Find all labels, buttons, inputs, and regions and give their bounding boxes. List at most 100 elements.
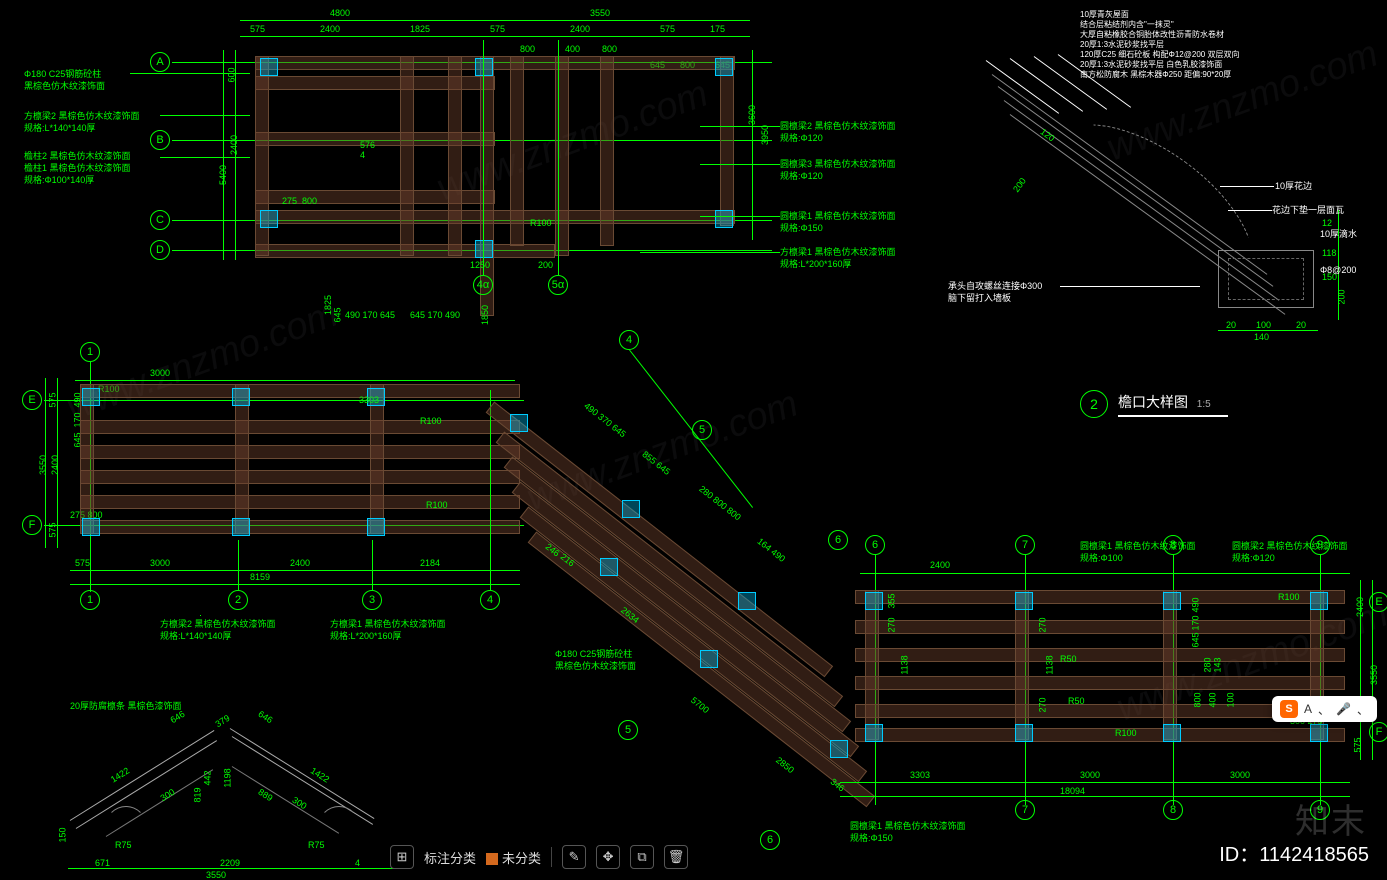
grid-bubble-e: E — [22, 390, 42, 410]
leader — [700, 216, 780, 217]
dim: 2400 — [290, 558, 310, 568]
dim: 1825 — [410, 24, 430, 34]
dim-line — [223, 50, 224, 260]
dim: 3303 — [359, 395, 379, 405]
dim: 3550 — [1369, 665, 1379, 685]
dim: 3550 — [590, 8, 610, 18]
cad-canvas[interactable]: www.znzmo.com www.znzmo.com www.znzmo.co… — [0, 0, 1387, 879]
grid-bubble-d: D — [150, 240, 170, 260]
dim: 575 — [660, 24, 675, 34]
grid-line — [483, 40, 484, 275]
brand-watermark: 知末 — [1295, 794, 1367, 843]
beam — [504, 456, 851, 732]
radius: R50 — [1068, 696, 1085, 706]
leader — [160, 157, 250, 158]
grid-bubble-c: C — [150, 210, 170, 230]
column — [700, 650, 718, 668]
dim: 1138 — [900, 655, 910, 674]
dim: 175 — [710, 24, 725, 34]
annotation: 圆檩梁2 黑棕色仿木纹漆饰面 规格:Φ120 — [780, 120, 896, 144]
grid-bubble: 1 — [80, 590, 100, 610]
view-scale: 1:5 — [1197, 399, 1211, 410]
copy-button[interactable]: ⧉ — [630, 845, 654, 869]
column — [475, 240, 493, 258]
dim-line — [45, 378, 46, 548]
grid-bubble: 3 — [362, 590, 382, 610]
dim: 645 — [380, 310, 395, 320]
annotation: Φ8@200 — [1320, 264, 1356, 276]
column — [865, 592, 883, 610]
dim: 645 — [333, 307, 343, 322]
delete-button[interactable]: 🗑 — [664, 845, 688, 869]
dim: 1850 — [480, 305, 490, 325]
dim: 855 645 — [640, 449, 672, 477]
beam — [255, 56, 735, 70]
grid-bubble-b: B — [150, 130, 170, 150]
dim: 200 — [538, 260, 553, 270]
grid-line — [44, 400, 524, 401]
grid-bubble-a: A — [150, 52, 170, 72]
grid-bubble-e-r: E — [1369, 592, 1387, 612]
category-icon[interactable]: ⊞ — [390, 845, 414, 869]
grid-bubble: 4α — [473, 275, 493, 295]
annotation: 10厚滴水 — [1320, 228, 1357, 240]
detail-title: 2 檐口大样图 1:5 — [1080, 390, 1228, 418]
dim: 2400 — [930, 560, 950, 570]
annotation: 花边下垫一层面瓦 — [1272, 204, 1344, 216]
beam — [370, 384, 384, 534]
beam — [1015, 590, 1029, 740]
dim: 2850 — [774, 755, 796, 775]
dim: 1825 — [323, 295, 333, 315]
beam — [720, 56, 734, 226]
grid-bubble: 6 — [865, 535, 885, 555]
category-label: 标注分类 — [424, 848, 476, 867]
dim: 1138 — [1045, 655, 1055, 674]
beam — [255, 210, 735, 224]
dim: 645 170 490 — [410, 310, 460, 320]
dim-line — [57, 378, 58, 548]
dim: 4 — [360, 150, 365, 160]
grid-line — [372, 540, 373, 590]
dim: 5700 — [689, 695, 711, 715]
beam — [855, 728, 1345, 742]
column — [715, 58, 733, 76]
leader — [640, 252, 780, 253]
beam — [1163, 590, 1177, 740]
leader — [1220, 186, 1274, 187]
toolbar: ⊞ 标注分类 未分类 ✎ ✥ ⧉ 🗑 — [390, 845, 688, 869]
input-assist-bar[interactable]: S A 、 🎤 、 — [1272, 696, 1377, 722]
dim: 400 — [565, 44, 580, 54]
assist-a: A — [1304, 702, 1312, 716]
mic-icon[interactable]: 🎤 — [1336, 702, 1351, 716]
annotation: 檐柱2 黑棕色仿木纹漆饰面 檐柱1 黑棕色仿木纹漆饰面 规格:Φ100*140厚 — [24, 150, 131, 186]
dim: 270 — [1038, 697, 1048, 712]
dim: 671 — [95, 858, 110, 868]
annotation: Φ180 C25钢筋砼柱 黑棕色仿木纹漆饰面 — [555, 648, 636, 672]
grid-bubble-f: F — [22, 515, 42, 535]
dim-line — [860, 573, 1350, 574]
dim-line — [840, 796, 1350, 797]
dim-line — [68, 868, 398, 869]
dim: 20 — [1226, 320, 1236, 330]
dim: 2400 — [570, 24, 590, 34]
dim: 20 — [1296, 320, 1306, 330]
view-title: 檐口大样图 — [1118, 394, 1188, 410]
grid-bubble-f-r: F — [1369, 722, 1387, 742]
uncategorized-chip[interactable]: 未分类 — [486, 848, 541, 867]
beam — [510, 56, 524, 246]
dim: 280 800 800 — [697, 484, 743, 523]
annotation: 方檩梁1 黑棕色仿木纹漆饰面 规格:L*200*160厚 — [330, 618, 446, 642]
edit-button[interactable]: ✎ — [562, 845, 586, 869]
radius: R100 — [1278, 592, 1300, 602]
grid-line — [238, 540, 239, 590]
radius: R100 — [420, 416, 442, 426]
move-button[interactable]: ✥ — [596, 845, 620, 869]
column — [82, 388, 100, 406]
dim: 800 — [1193, 692, 1203, 707]
dim: 140 — [1254, 332, 1269, 342]
dim: 645 — [1191, 632, 1201, 647]
grid-bubble: 4 — [480, 590, 500, 610]
dim: 355 — [887, 593, 897, 608]
dim-line — [70, 584, 520, 585]
column — [82, 518, 100, 536]
